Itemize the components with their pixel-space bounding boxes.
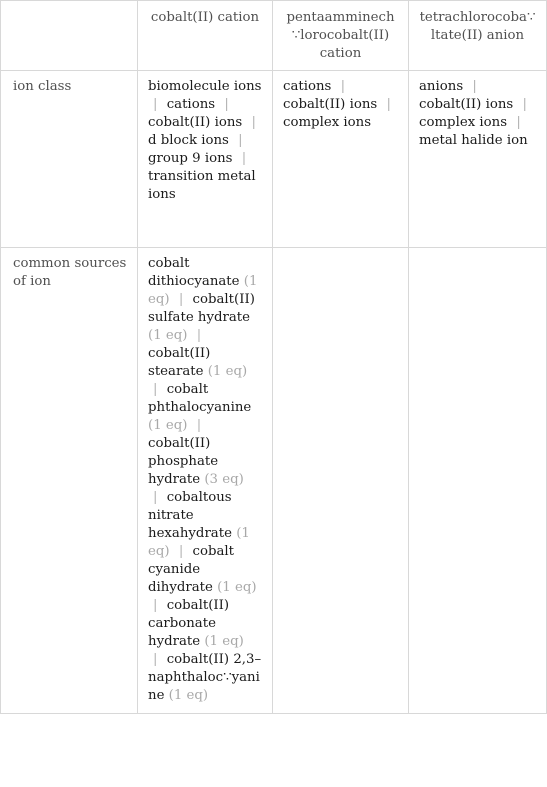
equivalents-note: (1 eq)	[148, 418, 188, 433]
separator: |	[153, 490, 158, 505]
item-text: anions	[419, 79, 464, 94]
separator: |	[238, 133, 243, 148]
separator: |	[522, 97, 527, 112]
separator: |	[196, 328, 202, 343]
separator: |	[251, 115, 256, 130]
cell-ion-class-pentaamminechlorocobalt: cations | cobalt(II) ions | complex ions	[272, 70, 409, 248]
separator: |	[153, 598, 158, 613]
header-corner	[0, 0, 138, 71]
item-text: cobalt(II) ions	[148, 115, 243, 130]
header-tetrachlorocobaltate-ii-anion: tetrachlorocoba∵ltate(II) anion	[408, 0, 547, 71]
separator: |	[241, 151, 247, 166]
item-text: d block ions	[148, 133, 229, 148]
equivalents-note: (1 eq)	[168, 688, 209, 703]
item-text: biomolecule ions	[148, 79, 262, 94]
cell-ion-class-tetrachlorocobaltate: anions | cobalt(II) ions | complex ions …	[408, 70, 547, 248]
item-text: metal halide ion	[419, 133, 528, 148]
row-label-common-sources: common sources of ion	[0, 247, 138, 714]
row-label-ion-class: ion class	[0, 70, 138, 248]
comparison-table: cobalt(II) cation pentaamminech∵lorocoba…	[0, 0, 547, 714]
separator: |	[196, 418, 202, 433]
list-item: cobalt(II) ions	[283, 97, 377, 112]
header-pentaamminechlorocobalt-ii-cation: pentaamminech∵lorocobalt(II) cation	[272, 0, 409, 71]
cell-sources-cobalt-ii-cation: cobalt dithiocyanate (1 eq) | cobalt(II)…	[137, 247, 273, 714]
list-item: complex ions	[283, 115, 371, 130]
list-item: cobalt(II) ions	[419, 97, 513, 112]
list-item: d block ions	[148, 133, 229, 148]
list-item: group 9 ions	[148, 151, 233, 166]
separator: |	[178, 292, 184, 307]
separator: |	[153, 652, 158, 667]
table-row-ion-class: ion class biomolecule ions | cations | c…	[0, 70, 547, 248]
separator: |	[178, 544, 184, 559]
item-text: transition metal ions	[148, 169, 256, 202]
list-item: cations	[283, 79, 331, 94]
equivalents-note: (1 eq)	[217, 580, 257, 595]
equivalents-note: (3 eq)	[204, 472, 244, 487]
cell-sources-tetrachlorocobaltate	[408, 247, 547, 714]
separator: |	[472, 79, 477, 94]
item-text: cations	[166, 97, 216, 112]
list-item: cations	[167, 97, 215, 112]
item-text: complex ions	[419, 115, 508, 130]
separator: |	[340, 79, 346, 94]
list-item: cobalt(II) carbonate hydrate (1 eq)	[148, 598, 244, 649]
item-text: cobalt(II) ions	[419, 97, 514, 112]
cell-ion-class-cobalt-ii-cation: biomolecule ions | cations | cobalt(II) …	[137, 70, 273, 248]
list-item: cobalt(II) phosphate hydrate (3 eq)	[148, 436, 244, 487]
item-text: cations	[283, 79, 332, 94]
list-item: biomolecule ions	[148, 79, 262, 94]
equivalents-note: (1 eq)	[204, 634, 244, 649]
header-row: cobalt(II) cation pentaamminech∵lorocoba…	[0, 0, 547, 71]
separator: |	[516, 115, 521, 130]
item-text: cobalt(II) ions	[283, 97, 378, 112]
item-text: cobalt phthalocyanine	[148, 382, 252, 415]
separator: |	[224, 97, 229, 112]
equivalents-note: (1 eq)	[148, 328, 188, 343]
item-text: cobalt(II) stearate	[148, 346, 211, 379]
list-item: anions	[419, 79, 463, 94]
separator: |	[153, 382, 158, 397]
list-item: complex ions	[419, 115, 507, 130]
list-item: cobalt(II) ions	[148, 115, 242, 130]
cell-sources-pentaamminechlorocobalt	[272, 247, 409, 714]
equivalents-note: (1 eq)	[207, 364, 248, 379]
table-row-common-sources: common sources of ion cobalt dithiocyana…	[0, 247, 547, 714]
item-text: cobalt dithiocyanate	[148, 256, 240, 289]
item-text: complex ions	[283, 115, 372, 130]
separator: |	[386, 97, 391, 112]
separator: |	[153, 97, 158, 112]
list-item: cobalt(II) 2,3–naphthaloc∵yanine (1 eq)	[148, 652, 261, 703]
item-text: group 9 ions	[148, 151, 233, 166]
list-item: cobalt(II) stearate (1 eq)	[148, 346, 247, 379]
header-cobalt-ii-cation: cobalt(II) cation	[137, 0, 273, 71]
list-item: metal halide ion	[419, 133, 528, 148]
list-item: transition metal ions	[148, 169, 256, 202]
